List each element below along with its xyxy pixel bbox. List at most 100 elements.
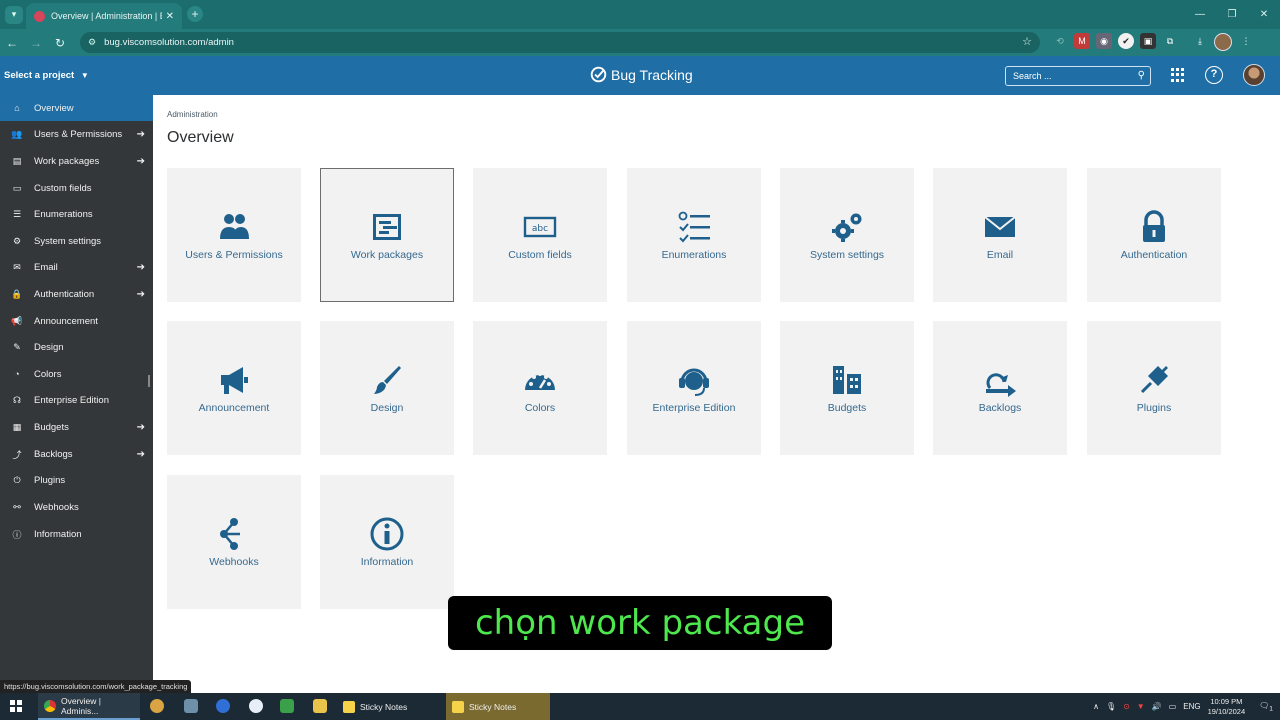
arrow-right-icon[interactable]: ➔	[137, 156, 145, 167]
app-icon[interactable]	[184, 699, 198, 713]
new-tab-button[interactable]: +	[187, 6, 203, 22]
work-packages-icon: ▤	[12, 155, 22, 166]
tile-work-packages[interactable]: Work packages	[320, 168, 454, 302]
download-icon[interactable]: ⤓	[1192, 33, 1208, 49]
tile-enterprise-edition[interactable]: Enterprise Edition	[627, 321, 761, 455]
sidebar-item-email[interactable]: ✉ Email ➔	[0, 254, 153, 280]
sidebar-item-plugins[interactable]: ⏻ Plugins	[0, 467, 153, 493]
tile-colors[interactable]: Colors	[473, 321, 607, 455]
headset-icon: ☊	[13, 394, 21, 405]
maps-icon[interactable]	[216, 699, 230, 713]
tile-email[interactable]: Email	[933, 168, 1067, 302]
extension-icon[interactable]: ⟲	[1052, 33, 1068, 49]
tile-authentication[interactable]: Authentication	[1087, 168, 1221, 302]
sidebar-item-backlogs[interactable]: ⤴ Backlogs ➔	[0, 441, 153, 467]
tile-webhooks[interactable]: Webhooks	[167, 475, 301, 609]
modules-grid-icon[interactable]	[1171, 68, 1185, 82]
gmail-icon[interactable]: M	[1074, 33, 1090, 49]
sidebar-item-announcement[interactable]: 📢 Announcement	[0, 308, 153, 334]
browser-tab[interactable]: Overview | Administration | Bug ✕	[26, 3, 182, 29]
tile-custom-fields[interactable]: abc Custom fields	[473, 168, 607, 302]
language-indicator[interactable]: ENG	[1183, 702, 1200, 711]
bookmark-star-icon[interactable]: ☆	[1022, 35, 1032, 48]
record-icon[interactable]: ⊙	[1123, 702, 1130, 711]
project-select[interactable]: Select a project ▼	[4, 70, 89, 81]
sidebar-item-label: Work packages	[34, 155, 100, 167]
admin-sidebar: ⌂ Overview 👥 Users & Permissions ➔ ▤ Work pack…	[0, 95, 153, 693]
profile-avatar[interactable]	[1214, 33, 1232, 51]
arrow-right-icon[interactable]: ➔	[137, 449, 145, 460]
sidebar-item-authentication[interactable]: 🔒 Authentication ➔	[0, 281, 153, 307]
back-icon[interactable]: ←	[0, 31, 24, 55]
taskbar-sticky-notes[interactable]: Sticky Notes	[337, 693, 440, 720]
extension-icon[interactable]: ✔	[1118, 33, 1134, 49]
network-icon[interactable]: ▭	[1169, 702, 1177, 711]
reload-icon[interactable]: ↻	[48, 31, 72, 55]
palette-icon: ◔	[14, 369, 20, 379]
sidebar-item-overview[interactable]: ⌂ Overview	[0, 95, 153, 121]
tile-announcement[interactable]: Announcement	[167, 321, 301, 455]
url-input[interactable]: ⚙ bug.viscomsolution.com/admin ☆	[80, 32, 1040, 53]
taskbar-chrome[interactable]: Overview | Adminis...	[38, 693, 140, 720]
info-icon	[370, 517, 404, 551]
taskbar-sticky-notes-active[interactable]: Sticky Notes	[446, 693, 550, 720]
tile-backlogs[interactable]: Backlogs	[933, 321, 1067, 455]
sidebar-item-custom-fields[interactable]: ▭ Custom fields	[0, 175, 153, 201]
arrow-right-icon[interactable]: ➔	[137, 129, 145, 140]
forward-icon[interactable]: →	[24, 31, 48, 55]
notepad-icon[interactable]	[280, 699, 294, 713]
sidebar-item-system-settings[interactable]: ⚙ System settings	[0, 228, 153, 254]
speaker-icon[interactable]: 🔊	[1152, 702, 1162, 711]
help-icon[interactable]: ?	[1205, 66, 1223, 84]
close-window-icon[interactable]: ✕	[1248, 0, 1280, 29]
sidebar-item-enumerations[interactable]: ☰ Enumerations	[0, 201, 153, 227]
clock[interactable]: 10:09 PM 19/10/2024	[1208, 697, 1246, 717]
sidebar-item-work-packages[interactable]: ▤ Work packages ➔	[0, 148, 153, 174]
site-info-icon[interactable]: ⚙	[88, 37, 96, 48]
camera-icon[interactable]: ◉	[1096, 33, 1112, 49]
search-icon[interactable]: ⚲	[1138, 70, 1145, 81]
arrow-right-icon[interactable]: ➔	[137, 422, 145, 433]
tile-users-permissions[interactable]: Users & Permissions	[167, 168, 301, 302]
avatar[interactable]	[1243, 64, 1265, 86]
brand-logo[interactable]: Bug Tracking	[590, 66, 693, 83]
tile-enumerations[interactable]: Enumerations	[627, 168, 761, 302]
weather-icon[interactable]	[150, 699, 164, 713]
minimize-icon[interactable]: —	[1184, 0, 1216, 29]
tile-system-settings[interactable]: System settings	[780, 168, 914, 302]
tile-information[interactable]: Information	[320, 475, 454, 609]
window-controls: — ❐ ✕	[1184, 0, 1280, 29]
zalo-icon[interactable]	[249, 699, 263, 713]
tile-design[interactable]: Design	[320, 321, 454, 455]
sidebar-item-colors[interactable]: ◔ Colors	[0, 361, 153, 387]
sidebar-item-enterprise-edition[interactable]: ☊ Enterprise Edition	[0, 387, 153, 413]
restore-icon[interactable]: ❐	[1216, 0, 1248, 29]
chevron-up-icon[interactable]: ∧	[1093, 702, 1099, 711]
tab-search-button[interactable]: ▾	[5, 5, 23, 24]
sidebar-item-label: Overview	[34, 102, 74, 114]
video-subtitle: chọn work package	[448, 596, 832, 650]
search-input[interactable]: Search ... ⚲	[1005, 66, 1151, 86]
notification-icon[interactable]: 🗨1	[1259, 701, 1273, 713]
sidebar-item-design[interactable]: ✎ Design	[0, 334, 153, 360]
microphone-icon[interactable]: 🎙	[1106, 702, 1116, 711]
extension-icon[interactable]: ▣	[1140, 33, 1156, 49]
palette-icon	[525, 372, 555, 390]
menu-dots-icon[interactable]: ⋮	[1238, 33, 1254, 49]
sidebar-item-information[interactable]: ⓘ Information	[0, 521, 153, 547]
arrow-right-icon[interactable]: ➔	[137, 262, 145, 273]
breadcrumb[interactable]: Administration	[167, 110, 218, 119]
headset-icon	[679, 368, 709, 396]
sidebar-item-webhooks[interactable]: ⚯ Webhooks	[0, 494, 153, 520]
file-explorer-icon[interactable]	[313, 699, 327, 713]
tab-close-icon[interactable]: ✕	[166, 11, 174, 22]
tile-plugins[interactable]: Plugins	[1087, 321, 1221, 455]
app-tray-icon[interactable]: ▼	[1137, 702, 1145, 711]
arrow-right-icon[interactable]: ➔	[137, 289, 145, 300]
sidebar-item-users-permissions[interactable]: 👥 Users & Permissions ➔	[0, 121, 153, 147]
windows-start-icon[interactable]	[10, 700, 22, 712]
sidebar-item-budgets[interactable]: ▦ Budgets ➔	[0, 414, 153, 440]
puzzle-icon[interactable]: ⧉	[1162, 33, 1178, 49]
tile-budgets[interactable]: Budgets	[780, 321, 914, 455]
budgets-icon	[833, 366, 861, 394]
